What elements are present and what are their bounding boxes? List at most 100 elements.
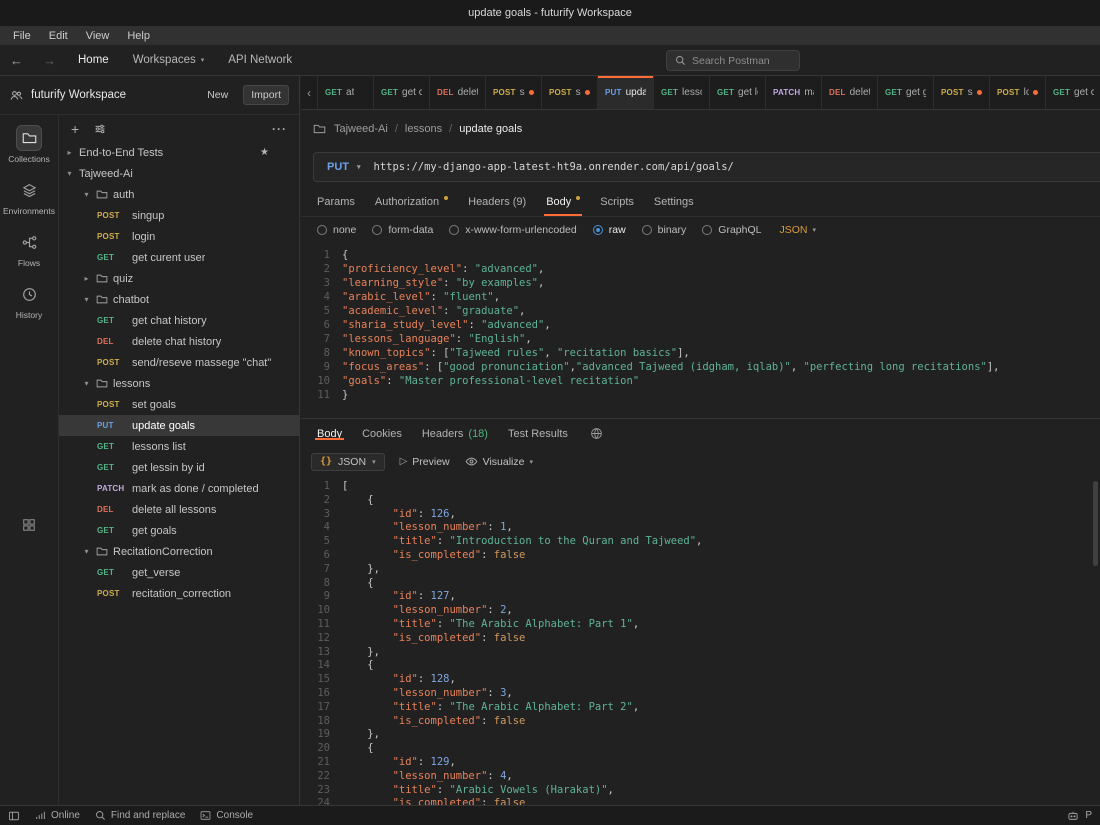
tab-del-delete[interactable]: DELdelete (822, 76, 878, 109)
url-bar: PUT ▾ https://my-django-app-latest-ht9a.… (313, 152, 1100, 182)
tab-post-set-g[interactable]: POSTset g (542, 76, 598, 109)
preview-button[interactable]: ▷ Preview (400, 456, 450, 468)
menu-view[interactable]: View (77, 30, 119, 42)
request-delete-chat-history[interactable]: DELdelete chat history (59, 331, 299, 352)
tab-get-get-cu[interactable]: GETget cu (1046, 76, 1100, 109)
menu-file[interactable]: File (4, 30, 40, 42)
folder-auth[interactable]: ▾auth (59, 184, 299, 205)
response-tab-headers[interactable]: Headers (18) (412, 428, 498, 440)
console-button[interactable]: Console (200, 810, 253, 821)
back-button[interactable]: ← (0, 53, 33, 68)
request-tab-settings[interactable]: Settings (644, 188, 704, 216)
network-icon[interactable] (590, 427, 603, 440)
tab-post-log[interactable]: POSTlog (990, 76, 1046, 109)
menu-help[interactable]: Help (118, 30, 159, 42)
tab-get-get-g[interactable]: GETget g (878, 76, 934, 109)
more-options-icon[interactable]: ··· (272, 123, 287, 135)
url-input[interactable]: https://my-django-app-latest-ht9a.onrend… (374, 161, 1100, 173)
forward-button[interactable]: → (33, 53, 66, 68)
request-get-verse[interactable]: GETget_verse (59, 562, 299, 583)
folder-lessons[interactable]: ▾lessons (59, 373, 299, 394)
folder-recitationcorrection[interactable]: ▾RecitationCorrection (59, 541, 299, 562)
request-body-editor[interactable]: 1{2"proficiency_level": "advanced",3"lea… (301, 243, 1100, 418)
filter-icon[interactable] (94, 123, 106, 135)
tab-get-at[interactable]: GETat (318, 76, 374, 109)
response-tab-test-results[interactable]: Test Results (498, 428, 578, 440)
folder-quiz[interactable]: ▸quiz (59, 268, 299, 289)
request-get-lessin-by-id[interactable]: GETget lessin by id (59, 457, 299, 478)
radio-icon (317, 225, 327, 235)
tab-patch-mar[interactable]: PATCHmar (766, 76, 822, 109)
search-box[interactable]: Search Postman (666, 50, 800, 71)
method-select[interactable]: PUT ▾ (314, 161, 374, 173)
postbot-icon[interactable] (1067, 810, 1079, 822)
tab-get-lesso[interactable]: GETlesso (654, 76, 710, 109)
tab-post-sing[interactable]: POSTsing (934, 76, 990, 109)
rail-environments[interactable]: Environments (0, 177, 58, 216)
tab-scroll-left-button[interactable]: ‹ (301, 76, 318, 109)
request-set-goals[interactable]: POSTset goals (59, 394, 299, 415)
bodytype-none[interactable]: none (317, 224, 356, 236)
home-link[interactable]: Home (78, 54, 109, 66)
code-line: 3"learning_style": "by examples", (301, 276, 1100, 290)
tab-get-get-le[interactable]: GETget le (710, 76, 766, 109)
collection-end-to-end-tests[interactable]: ▸End-to-End Tests★ (59, 142, 299, 163)
request-mark-as-done-completed[interactable]: PATCHmark as done / completed (59, 478, 299, 499)
rail-history[interactable]: History (0, 281, 58, 320)
add-collection-button[interactable]: + (71, 122, 79, 136)
bodytype-raw[interactable]: raw (593, 224, 626, 236)
new-button[interactable]: New (200, 86, 235, 104)
request-get-goals[interactable]: GETget goals (59, 520, 299, 541)
request-singup[interactable]: POSTsingup (59, 205, 299, 226)
visualize-button[interactable]: Visualize ▾ (465, 455, 533, 468)
request-login[interactable]: POSTlogin (59, 226, 299, 247)
response-body-editor[interactable]: 1[2 {3 "id": 126,4 "lesson_number": 1,5 … (301, 475, 1100, 805)
request-subtabs: ParamsAuthorizationHeaders (9)BodyScript… (301, 188, 1100, 217)
request-delete-all-lessons[interactable]: DELdelete all lessons (59, 499, 299, 520)
tab-del-delete[interactable]: DELdelete (430, 76, 486, 109)
request-update-goals[interactable]: PUTupdate goals (59, 415, 299, 436)
response-tab-body[interactable]: Body (307, 428, 352, 440)
request-get-chat-history[interactable]: GETget chat history (59, 310, 299, 331)
workspace-name[interactable]: futurify Workspace (31, 89, 192, 101)
line-number: 20 (301, 742, 342, 756)
breadcrumb-part[interactable]: update goals (459, 123, 522, 135)
language-select[interactable]: JSON▾ (779, 224, 816, 236)
request-tab-authorization[interactable]: Authorization (365, 188, 458, 216)
breadcrumb-part[interactable]: Tajweed-Ai (334, 123, 388, 135)
tab-put-updat[interactable]: PUTupdat (598, 76, 654, 109)
request-recitation-correction[interactable]: POSTrecitation_correction (59, 583, 299, 604)
bodytype-graphql[interactable]: GraphQL (702, 224, 761, 236)
apps-grid-icon[interactable] (22, 518, 36, 532)
breadcrumb-part[interactable]: lessons (405, 123, 442, 135)
bodytype-form-data[interactable]: form-data (372, 224, 433, 236)
request-tab-params[interactable]: Params (307, 188, 365, 216)
api-network-menu[interactable]: API Network (228, 54, 292, 66)
request-tab-scripts[interactable]: Scripts (590, 188, 644, 216)
layout-toggle-icon[interactable] (8, 810, 20, 822)
line-number: 23 (301, 784, 342, 798)
code-line: 9"focus_areas": ["good pronunciation","a… (301, 360, 1100, 374)
folder-chatbot[interactable]: ▾chatbot (59, 289, 299, 310)
request-lessons-list[interactable]: GETlessons list (59, 436, 299, 457)
response-tab-cookies[interactable]: Cookies (352, 428, 412, 440)
find-replace-button[interactable]: Find and replace (95, 810, 186, 821)
online-status[interactable]: Online (35, 810, 80, 821)
request-get-curent-user[interactable]: GETget curent user (59, 247, 299, 268)
tab-post-sen[interactable]: POSTsen (486, 76, 542, 109)
workspaces-menu[interactable]: Workspaces▾ (133, 54, 205, 66)
rail-flows[interactable]: Flows (0, 229, 58, 268)
bodytype-binary[interactable]: binary (642, 224, 687, 236)
import-button[interactable]: Import (243, 85, 289, 105)
tab-get-get-ch[interactable]: GETget ch (374, 76, 430, 109)
menu-edit[interactable]: Edit (40, 30, 77, 42)
request-send-reseve-massege-chat[interactable]: POSTsend/reseve massege "chat" (59, 352, 299, 373)
request-tab-body[interactable]: Body (536, 188, 590, 216)
line-number: 16 (301, 687, 342, 701)
rail-collections[interactable]: Collections (0, 125, 58, 164)
collection-tajweed-ai[interactable]: ▾Tajweed-Ai (59, 163, 299, 184)
line-number: 13 (301, 646, 342, 660)
request-tab-headers-9[interactable]: Headers (9) (458, 188, 536, 216)
response-format-select[interactable]: {} JSON ▾ (311, 453, 385, 471)
bodytype-x-www-form-urlencoded[interactable]: x-www-form-urlencoded (449, 224, 576, 236)
